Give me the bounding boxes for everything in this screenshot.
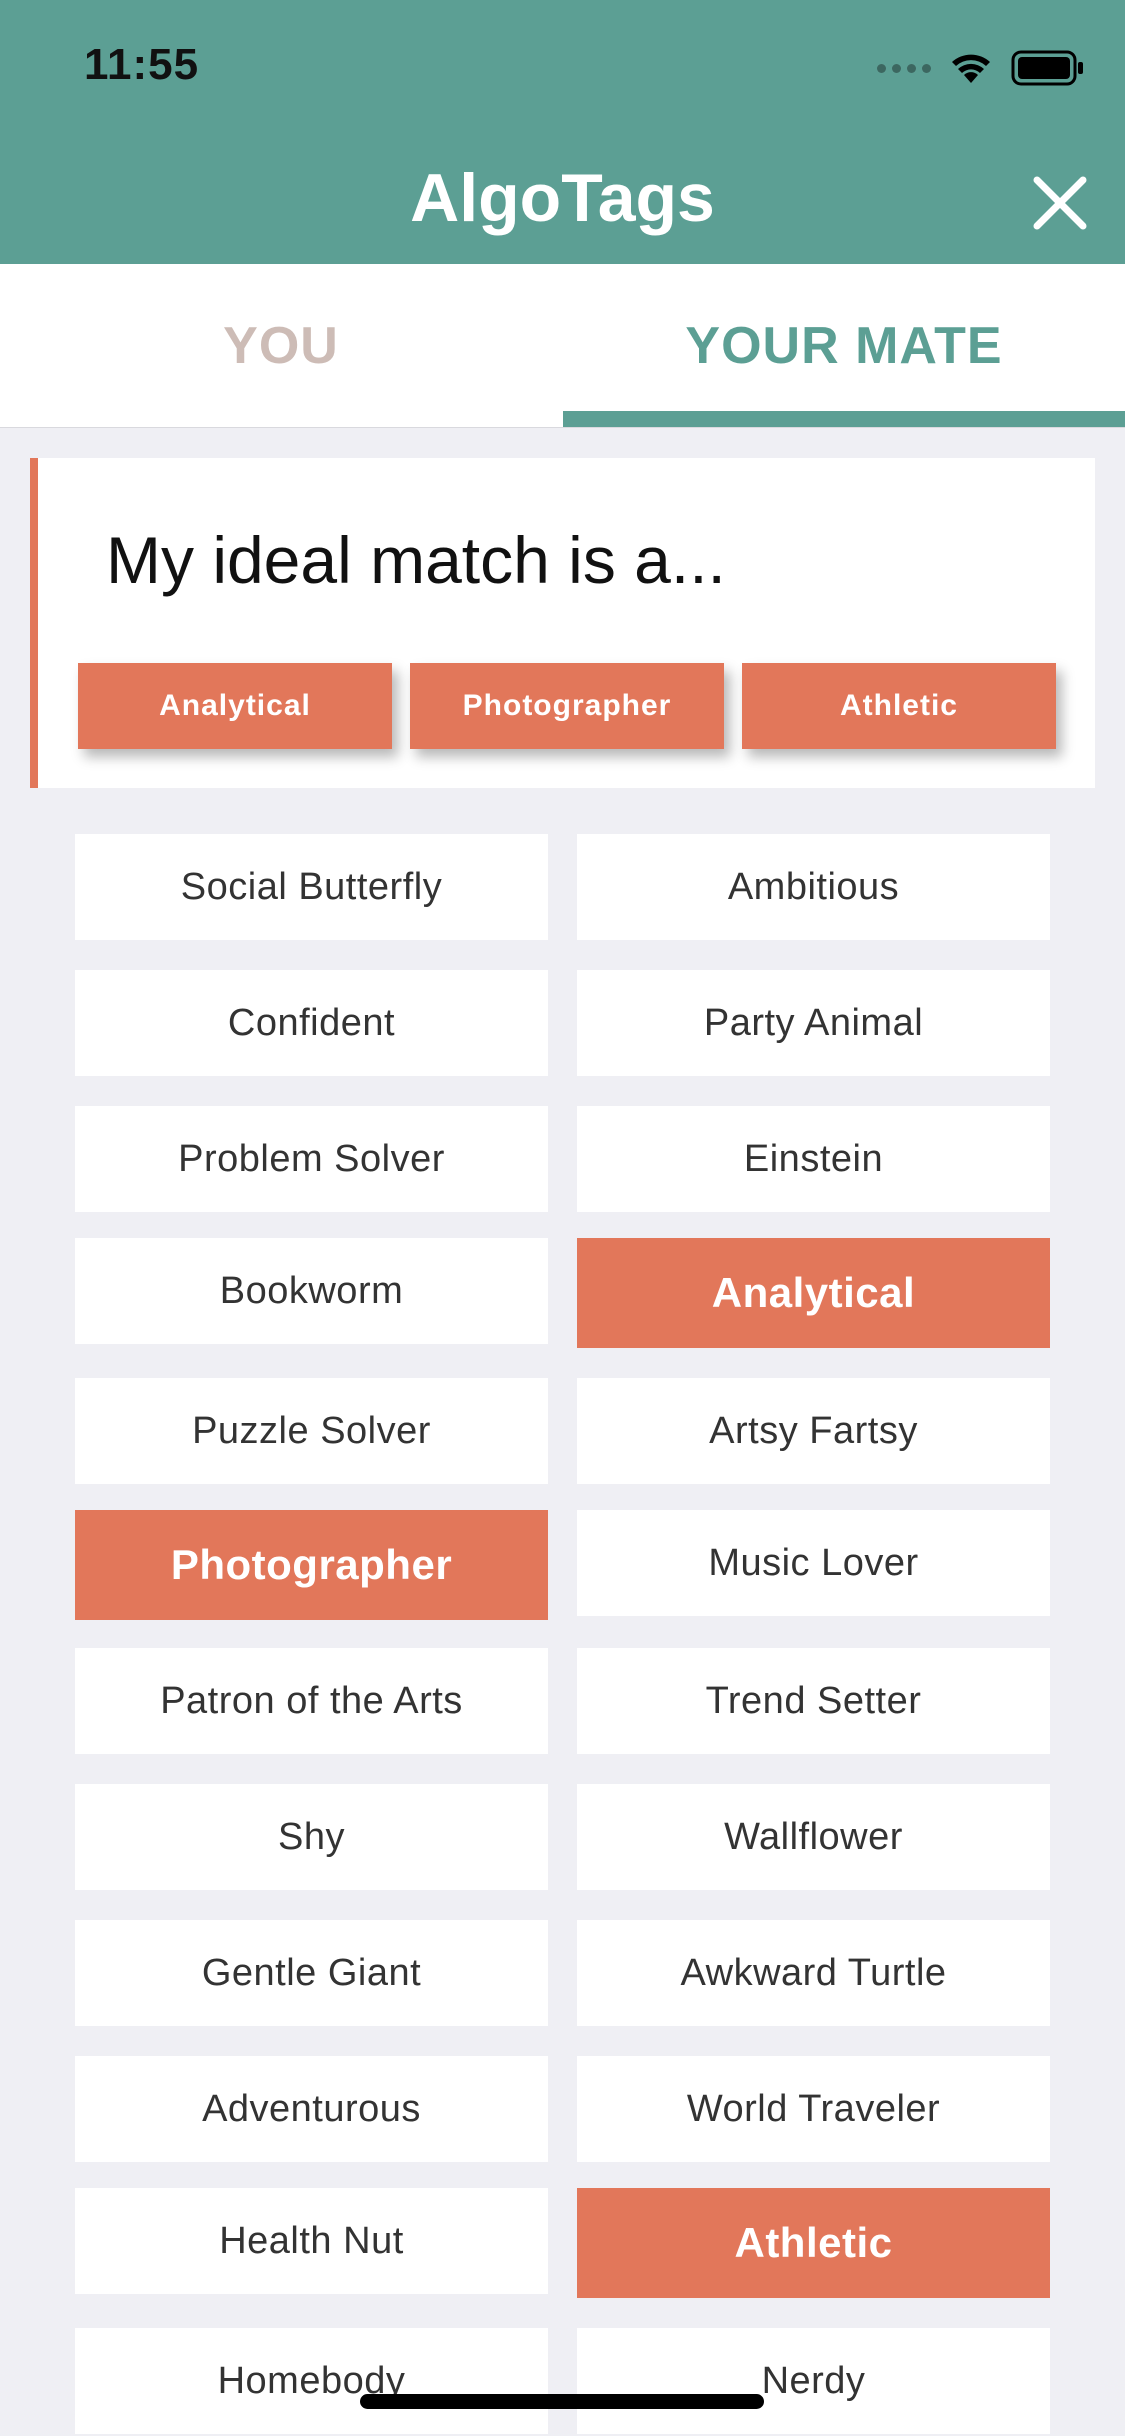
tag-option[interactable]: Wallflower [577,1784,1050,1890]
tag-option[interactable]: Ambitious [577,834,1050,940]
tag-option[interactable]: Athletic [577,2188,1050,2298]
tab-bar: YOU YOUR MATE [0,264,1125,428]
home-indicator [360,2394,764,2409]
tag-option[interactable]: Trend Setter [577,1648,1050,1754]
selected-tags: Analytical Photographer Athletic [78,663,1056,749]
tab-you[interactable]: YOU [0,264,562,428]
tag-option[interactable]: Awkward Turtle [577,1920,1050,2026]
selected-tag[interactable]: Athletic [742,663,1056,749]
tag-option[interactable]: Bookworm [75,1238,548,1344]
active-tab-indicator [563,411,1125,427]
status-time: 11:55 [84,40,200,89]
tag-option[interactable]: Einstein [577,1106,1050,1212]
tag-option[interactable]: World Traveler [577,2056,1050,2162]
tag-option[interactable]: Artsy Fartsy [577,1378,1050,1484]
close-icon [1033,176,1087,230]
tag-option[interactable]: Adventurous [75,2056,548,2162]
tag-option[interactable]: Homebody [75,2328,548,2434]
ideal-match-card: My ideal match is a... Analytical Photog… [30,458,1095,788]
tag-option[interactable]: Puzzle Solver [75,1378,548,1484]
close-button[interactable] [1025,168,1095,238]
tag-option[interactable]: Social Butterfly [75,834,548,940]
page-title: AlgoTags [410,160,715,236]
battery-icon [1011,50,1085,86]
tag-option[interactable]: Party Animal [577,970,1050,1076]
tag-option[interactable]: Shy [75,1784,548,1890]
selected-tag[interactable]: Analytical [78,663,392,749]
tag-grid: Social Butterfly Ambitious Confident Party … [75,834,1050,2434]
ideal-match-heading: My ideal match is a... [106,523,726,597]
app-header: 11:55 AlgoTags [0,0,1125,264]
wifi-icon [949,51,993,85]
tag-option[interactable]: Problem Solver [75,1106,548,1212]
tag-option[interactable]: Analytical [577,1238,1050,1348]
tag-option[interactable]: Gentle Giant [75,1920,548,2026]
tag-option[interactable]: Confident [75,970,548,1076]
tag-option[interactable]: Photographer [75,1510,548,1620]
selected-tag[interactable]: Photographer [410,663,724,749]
tag-option[interactable]: Music Lover [577,1510,1050,1616]
tag-option[interactable]: Health Nut [75,2188,548,2294]
status-indicators [877,48,1085,88]
cellular-signal-icon [877,63,931,73]
tab-your-mate[interactable]: YOUR MATE [563,264,1125,428]
tag-option[interactable]: Patron of the Arts [75,1648,548,1754]
tag-option[interactable]: Nerdy [577,2328,1050,2434]
